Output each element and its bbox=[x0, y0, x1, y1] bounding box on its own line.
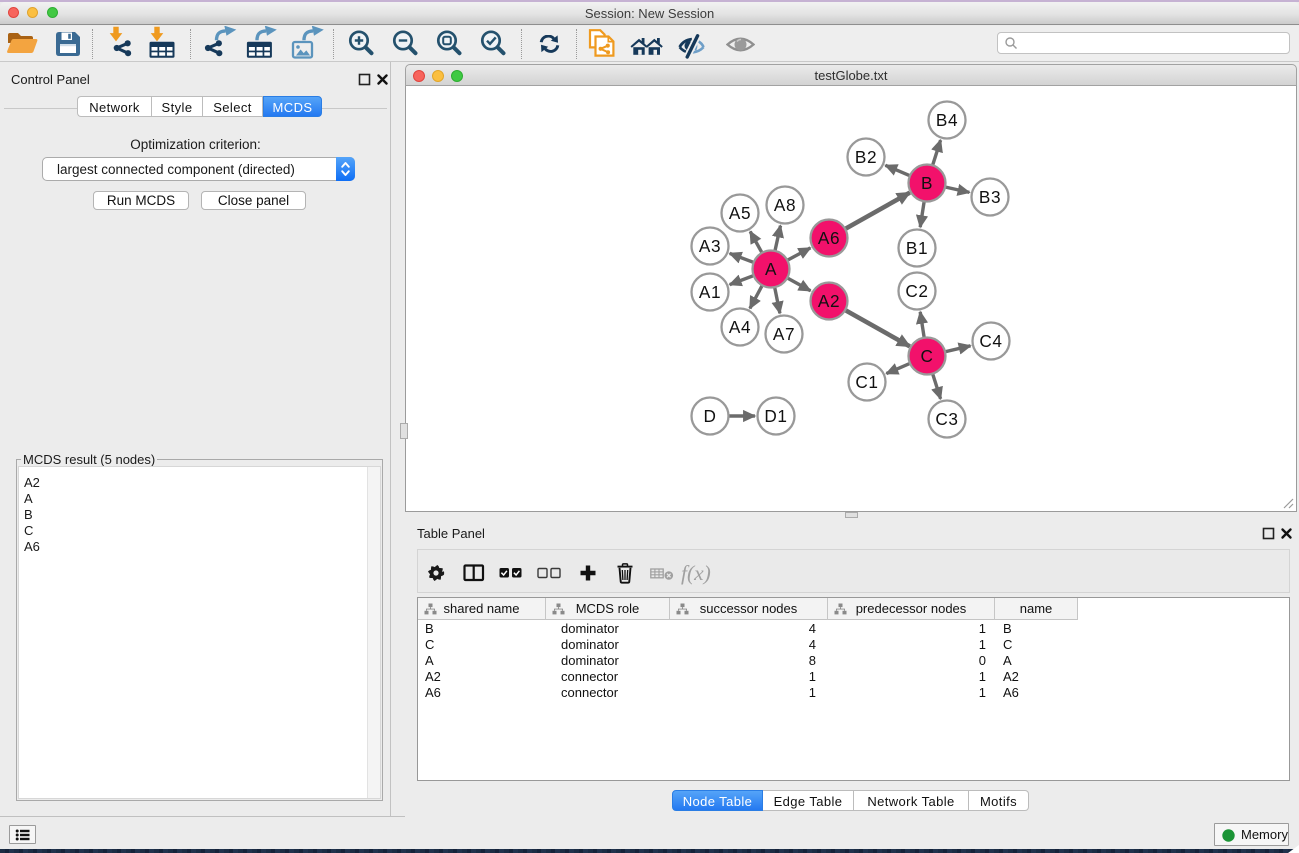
svg-text:C2: C2 bbox=[905, 281, 928, 301]
svg-text:A3: A3 bbox=[699, 236, 721, 256]
svg-text:A6: A6 bbox=[818, 228, 840, 248]
svg-text:C1: C1 bbox=[855, 372, 878, 392]
svg-text:f(x): f(x) bbox=[681, 561, 711, 585]
svg-text:B1: B1 bbox=[906, 238, 928, 258]
svg-text:C4: C4 bbox=[979, 331, 1002, 351]
svg-text:A5: A5 bbox=[729, 203, 751, 223]
svg-text:A4: A4 bbox=[729, 317, 751, 337]
svg-text:D1: D1 bbox=[764, 406, 787, 426]
svg-text:A: A bbox=[765, 259, 777, 279]
svg-text:B3: B3 bbox=[979, 187, 1001, 207]
svg-text:B: B bbox=[921, 173, 933, 193]
svg-text:A8: A8 bbox=[774, 195, 796, 215]
svg-text:D: D bbox=[703, 406, 716, 426]
svg-text:A7: A7 bbox=[773, 324, 795, 344]
svg-text:A1: A1 bbox=[699, 282, 721, 302]
svg-text:B2: B2 bbox=[855, 147, 877, 167]
svg-text:C: C bbox=[920, 346, 933, 366]
svg-text:C3: C3 bbox=[935, 409, 958, 429]
svg-text:A2: A2 bbox=[818, 291, 840, 311]
svg-text:B4: B4 bbox=[936, 110, 958, 130]
